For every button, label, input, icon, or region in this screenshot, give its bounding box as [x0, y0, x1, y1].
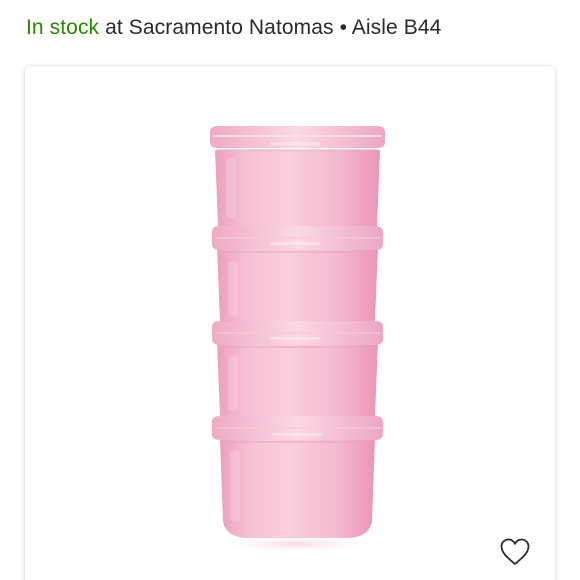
- product-page: In stock at Sacramento Natomas • Aisle B…: [0, 0, 580, 580]
- product-image-card[interactable]: [25, 66, 555, 580]
- product-image[interactable]: [25, 66, 555, 580]
- container-3: [212, 321, 383, 416]
- store-location: at Sacramento Natomas • Aisle B44: [99, 16, 442, 39]
- stock-status: In stock: [26, 16, 100, 39]
- availability-line: In stock at Sacramento Natomas • Aisle B…: [26, 14, 441, 42]
- container-2: [212, 226, 383, 321]
- container-1: [210, 126, 385, 226]
- favorite-button[interactable]: [496, 536, 534, 572]
- heart-outline-icon[interactable]: [499, 537, 531, 572]
